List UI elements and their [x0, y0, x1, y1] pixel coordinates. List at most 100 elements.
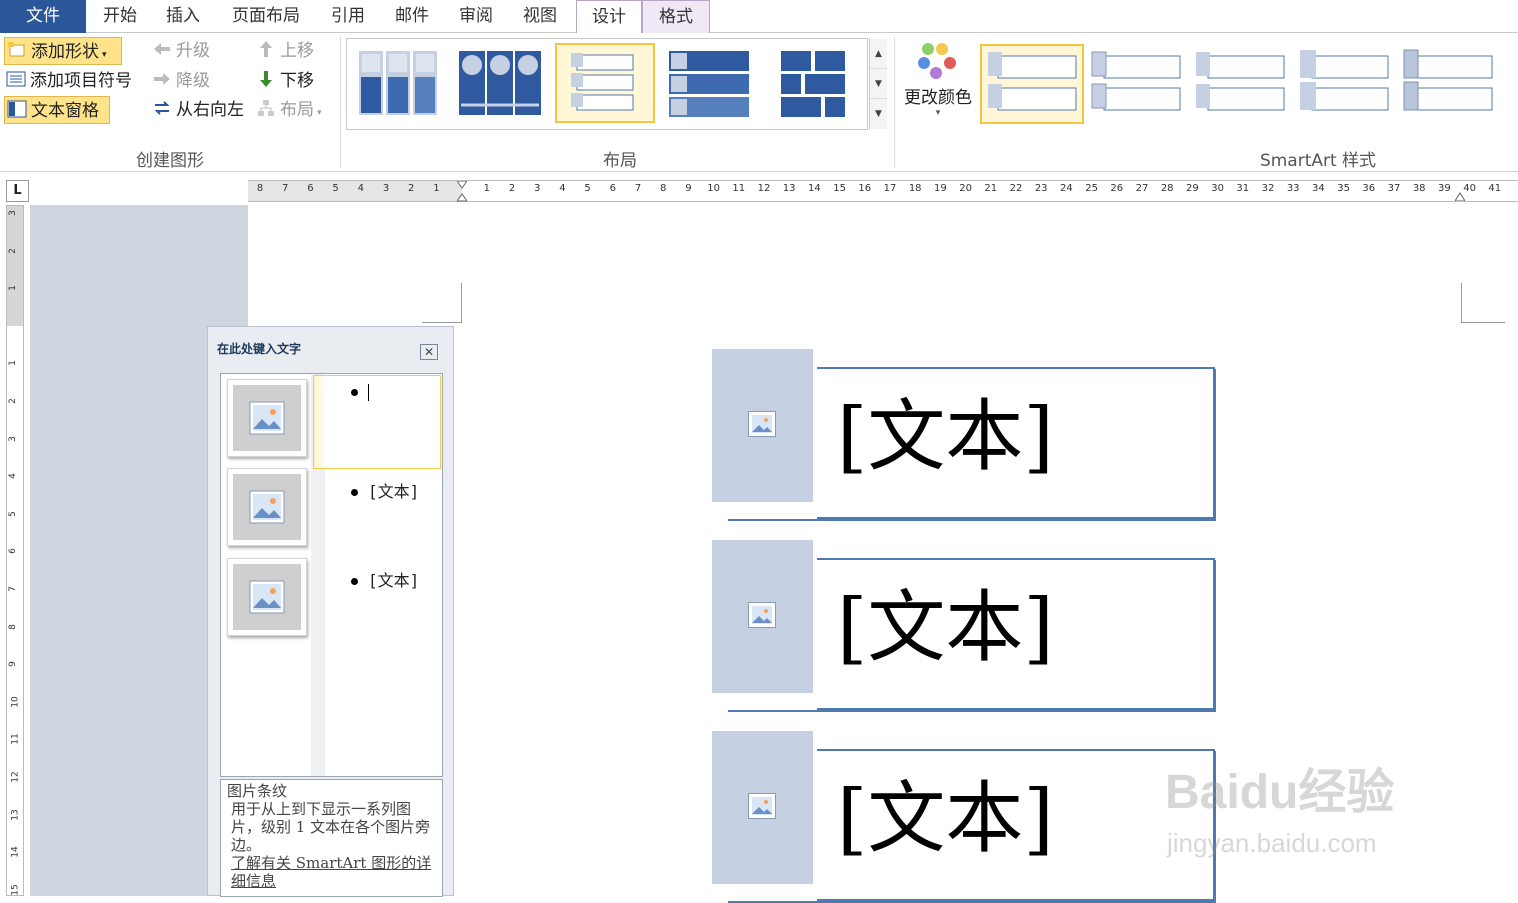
text-pane-item-text[interactable]: [文本]: [368, 482, 419, 501]
arrow-down-icon: [256, 69, 276, 89]
layout-option-1[interactable]: [353, 43, 453, 123]
margin-corner-mark: [1461, 283, 1505, 323]
ruler-number: 13: [10, 808, 21, 821]
smartart-picture-placeholder[interactable]: [712, 731, 813, 884]
add-bullet-button[interactable]: 添加项目符号: [6, 67, 132, 95]
demote-button[interactable]: 降级: [152, 67, 210, 95]
tab-format[interactable]: 格式: [642, 0, 710, 33]
ruler-number: 40: [1463, 183, 1476, 194]
ruler-number: 39: [1438, 183, 1451, 194]
ruler-number: 3: [7, 210, 18, 216]
ruler-number: 16: [858, 183, 872, 194]
tab-view[interactable]: 视图: [510, 0, 570, 33]
smartart-text-placeholder[interactable]: [文本]: [837, 578, 1054, 678]
ruler-number: 1: [7, 285, 18, 292]
scroll-up-icon[interactable]: ▲: [870, 39, 887, 69]
ruler-number: 37: [1387, 183, 1401, 194]
close-icon[interactable]: ✕: [420, 344, 438, 360]
tab-home[interactable]: 开始: [90, 0, 150, 33]
ruler-number: 33: [1286, 183, 1300, 194]
tab-design[interactable]: 设计: [576, 0, 642, 33]
right-to-left-button[interactable]: 从右向左: [152, 96, 244, 124]
layout-gallery-scroller[interactable]: ▲ ▼ ▼: [869, 39, 887, 129]
smartart-picture-placeholder[interactable]: [712, 540, 813, 693]
demote-label: 降级: [176, 71, 210, 91]
tab-page-layout[interactable]: 页面布局: [219, 0, 313, 33]
right-indent-marker-icon[interactable]: [1454, 189, 1466, 202]
smartart-text-shape[interactable]: [文本]: [817, 749, 1215, 901]
promote-button[interactable]: 升级: [152, 37, 210, 65]
margin-corner-mark: [422, 283, 462, 323]
ruler-number: 2: [508, 183, 516, 194]
picture-placeholder-3[interactable]: [227, 558, 307, 636]
layout-option-5[interactable]: [767, 43, 867, 123]
learn-more-link[interactable]: 了解有关 SmartArt 图形的详细信息: [227, 854, 436, 890]
layout-option-3-selected[interactable]: [555, 43, 655, 123]
tab-insert[interactable]: 插入: [153, 0, 213, 33]
style-option-1-selected[interactable]: [980, 44, 1084, 124]
text-pane-active-row[interactable]: [313, 375, 441, 469]
tab-selector[interactable]: L: [6, 180, 29, 202]
text-pane-item-3[interactable]: [文本]: [351, 567, 419, 591]
bullet-icon: [351, 389, 358, 396]
ruler-number: 27: [1135, 183, 1149, 194]
ruler-number: 13: [782, 183, 796, 194]
ruler-number: 3: [382, 183, 390, 194]
style-option-3[interactable]: [1192, 44, 1296, 124]
ruler-number: 38: [1412, 183, 1426, 194]
vertical-ruler[interactable]: 3 2 1 1 2 3 4 5 6 7 8 9 10 11 12 13 14 15: [6, 205, 24, 896]
ruler-number: 1: [483, 183, 490, 194]
ruler-number: 9: [7, 661, 18, 668]
smartart-text-shape[interactable]: [文本]: [817, 367, 1215, 519]
smartart-text-shape[interactable]: [文本]: [817, 558, 1215, 710]
style-option-4[interactable]: [1296, 44, 1400, 124]
tab-mailings[interactable]: 邮件: [382, 0, 442, 33]
scroll-down-icon[interactable]: ▼: [870, 69, 887, 99]
bullet-icon: [351, 578, 358, 585]
move-down-button[interactable]: 下移: [256, 67, 314, 95]
picture-icon: [249, 580, 285, 618]
bullet-icon: [351, 489, 358, 496]
picture-placeholder-1[interactable]: [227, 379, 307, 457]
org-chart-icon: [256, 98, 276, 118]
text-pane-item-1[interactable]: [351, 382, 369, 401]
smartart-text-placeholder[interactable]: [文本]: [837, 387, 1054, 487]
tab-review[interactable]: 审阅: [446, 0, 506, 33]
style-option-5[interactable]: [1400, 44, 1504, 124]
tab-references[interactable]: 引用: [318, 0, 378, 33]
ruler-number: 2: [7, 398, 18, 404]
picture-placeholder-2[interactable]: [227, 468, 307, 546]
ruler-number: 8: [256, 183, 264, 194]
group-label-layouts: 布局: [603, 151, 637, 171]
ruler-number: 24: [1060, 183, 1073, 194]
bullet-list-icon: [6, 69, 26, 89]
move-up-button[interactable]: 上移: [256, 37, 314, 65]
ruler-number: 28: [1160, 183, 1174, 194]
text-pane-item-text[interactable]: [文本]: [368, 571, 419, 590]
smartart-picture-placeholder[interactable]: [712, 349, 813, 502]
ruler-number: 15: [833, 183, 846, 194]
palette-icon: [900, 39, 976, 83]
change-colors-button[interactable]: 更改颜色 ▾: [900, 39, 976, 135]
text-pane-button[interactable]: 文本窗格: [4, 96, 110, 124]
indent-marker-icon[interactable]: [456, 180, 468, 202]
tab-file[interactable]: 文件: [0, 0, 86, 33]
watermark-url: jingyan.baidu.com: [1167, 828, 1377, 858]
ruler-number: 6: [609, 183, 616, 194]
layout-button[interactable]: 布局 ▾: [256, 96, 322, 124]
layout-option-2[interactable]: [455, 43, 555, 123]
ruler-number: 7: [7, 586, 18, 592]
ruler-number: 11: [10, 733, 21, 746]
layout-label: 布局: [280, 100, 314, 120]
add-shape-button[interactable]: 添加形状 ▾: [4, 37, 122, 65]
style-option-2[interactable]: [1088, 44, 1192, 124]
gallery-more-icon[interactable]: ▼: [870, 99, 887, 129]
smartart-text-placeholder[interactable]: [文本]: [837, 769, 1054, 869]
ruler-number: 8: [7, 623, 18, 630]
layout-option-4[interactable]: [661, 43, 761, 123]
ruler-number: 12: [757, 183, 771, 194]
smartart-styles-gallery: [978, 42, 1518, 128]
horizontal-ruler[interactable]: 8 7 6 5 4 3 2 1 1 2 3 4 5 6 7 8 9 10 11 12 13 14 15 16 17 18 19 20 2…: [248, 180, 1518, 202]
ruler-number: 29: [1186, 183, 1199, 194]
text-pane-item-2[interactable]: [文本]: [351, 478, 419, 502]
